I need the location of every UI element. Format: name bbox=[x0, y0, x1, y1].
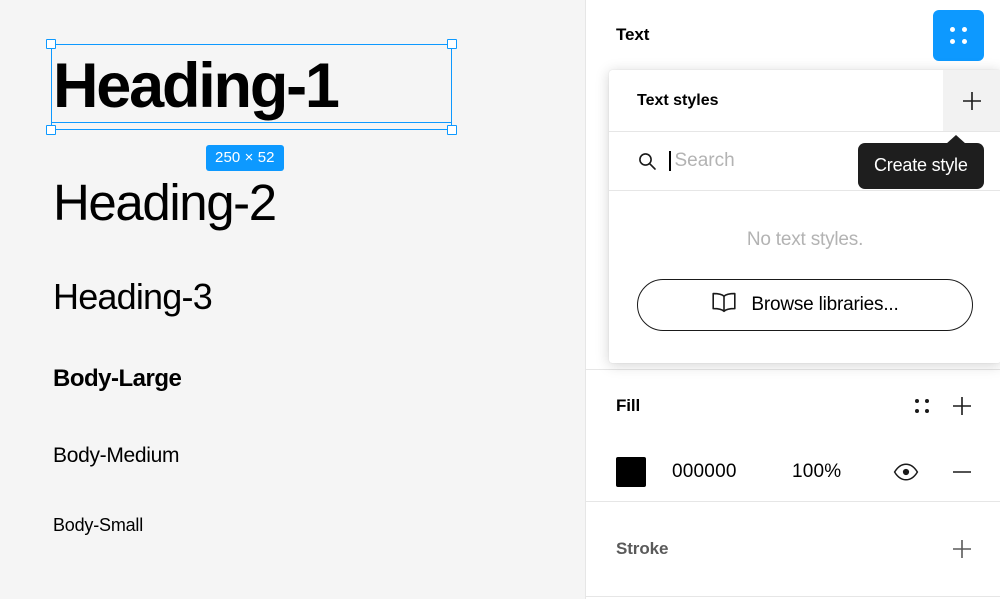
heading-3-sample[interactable]: Heading-3 bbox=[53, 276, 213, 318]
resize-handle-top-right[interactable] bbox=[447, 39, 457, 49]
text-styles-dropdown: Text styles No text styles. bbox=[609, 70, 1000, 363]
fill-row-actions bbox=[886, 452, 982, 492]
browse-libraries-container: Browse libraries... bbox=[609, 259, 1000, 363]
search-icon bbox=[637, 151, 657, 171]
create-style-tooltip: Create style bbox=[858, 135, 984, 189]
fill-hex-value[interactable]: 000000 bbox=[672, 461, 792, 483]
fill-row: 000000 100% bbox=[586, 442, 1000, 502]
figma-editor-window: Heading-1 Heading-2 Heading-3 Body-Large… bbox=[0, 0, 1000, 599]
text-styles-dropdown-header: Text styles bbox=[609, 70, 1000, 131]
body-small-sample[interactable]: Body-Small bbox=[53, 514, 143, 537]
browse-libraries-label: Browse libraries... bbox=[751, 294, 899, 315]
four-dot-grid-icon[interactable] bbox=[933, 9, 984, 61]
body-large-sample[interactable]: Body-Large bbox=[53, 364, 182, 394]
browse-libraries-button[interactable]: Browse libraries... bbox=[637, 279, 973, 331]
resize-handle-bottom-right[interactable] bbox=[447, 125, 457, 135]
resize-handle-bottom-left[interactable] bbox=[46, 125, 56, 135]
fill-section-title: Fill bbox=[616, 396, 641, 415]
tooltip-label: Create style bbox=[874, 155, 968, 175]
text-styles-title: Text styles bbox=[637, 91, 719, 109]
stroke-section-header: Stroke bbox=[586, 502, 1000, 596]
stroke-section: Stroke bbox=[586, 501, 1000, 597]
add-fill-button[interactable] bbox=[942, 386, 982, 426]
search-text-cursor bbox=[669, 151, 671, 171]
fill-section: Fill 000000 100% bbox=[586, 369, 1000, 502]
selection-baseline-rule bbox=[51, 122, 452, 123]
minus-icon bbox=[953, 471, 971, 473]
properties-panel: Text Text styles Search No text styles. … bbox=[585, 0, 1000, 599]
resize-handle-top-left[interactable] bbox=[46, 39, 56, 49]
no-text-styles-message: No text styles. bbox=[746, 229, 864, 250]
remove-fill-button[interactable] bbox=[942, 452, 982, 492]
plus-icon bbox=[963, 91, 981, 110]
four-dot-grid-icon bbox=[915, 399, 929, 413]
toggle-fill-visibility-button[interactable] bbox=[886, 452, 926, 492]
book-icon bbox=[711, 292, 737, 319]
design-canvas[interactable]: Heading-1 Heading-2 Heading-3 Body-Large… bbox=[0, 0, 585, 599]
heading-2-sample[interactable]: Heading-2 bbox=[53, 173, 277, 233]
fill-section-header: Fill bbox=[586, 370, 1000, 442]
stroke-section-bottom-divider bbox=[586, 596, 1000, 597]
four-dot-grid-glyph bbox=[950, 26, 967, 44]
eye-icon bbox=[893, 463, 919, 481]
heading-1-sample[interactable]: Heading-1 bbox=[53, 49, 340, 123]
body-medium-sample[interactable]: Body-Medium bbox=[53, 443, 180, 469]
create-style-button[interactable] bbox=[943, 70, 1000, 131]
plus-icon bbox=[953, 397, 971, 415]
fill-color-swatch[interactable] bbox=[616, 457, 646, 487]
tooltip-arrow bbox=[946, 135, 966, 144]
stroke-section-title: Stroke bbox=[616, 539, 669, 558]
selection-size-badge: 250 × 52 bbox=[206, 145, 284, 171]
text-section-header: Text bbox=[586, 0, 1000, 70]
fill-opacity-value[interactable]: 100% bbox=[792, 461, 841, 483]
text-section-title: Text bbox=[616, 25, 650, 44]
fill-styles-button[interactable] bbox=[902, 386, 942, 426]
plus-icon bbox=[953, 540, 971, 558]
add-stroke-button[interactable] bbox=[942, 529, 982, 569]
